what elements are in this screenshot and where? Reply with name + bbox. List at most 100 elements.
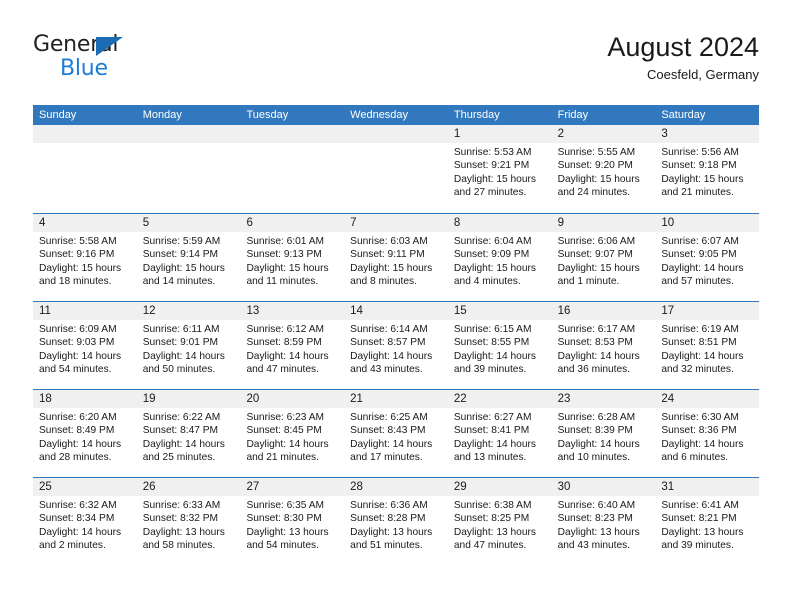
daylight-text: Daylight: 14 hours and 21 minutes. — [246, 438, 329, 464]
sunrise-text: Sunrise: 5:59 AM — [142, 236, 221, 247]
calendar-day-cell[interactable]: 15 Sunrise: 6:15 AM Sunset: 8:55 PM Dayligh… — [447, 302, 552, 389]
weekday-header-friday: Friday — [557, 109, 589, 121]
calendar-day-cell[interactable]: 3 Sunrise: 5:56 AM Sunset: 9:18 PM Daylight… — [655, 125, 760, 213]
day-number — [240, 125, 345, 143]
weekday-header-tuesday: Tuesday — [246, 109, 289, 121]
sunset-text: Sunset: 8:59 PM — [246, 337, 322, 349]
calendar-day-cell[interactable]: 11 Sunrise: 6:09 AM Sunset: 9:03 PM Dayligh… — [33, 302, 137, 389]
sunrise-text: Sunrise: 5:58 AM — [39, 236, 117, 247]
sunrise-text: Sunrise: 5:53 AM — [453, 147, 532, 158]
day-sun-info: Sunrise: 6:32 AM Sunset: 8:34 PM Daylight:… — [33, 496, 137, 553]
day-sun-info: Sunrise: 6:28 AM Sunset: 8:39 PM Daylight:… — [552, 408, 656, 465]
sunset-text: Sunset: 9:21 PM — [453, 160, 530, 172]
day-number: 2 — [551, 125, 656, 143]
day-number: 9 — [551, 214, 656, 232]
calendar-day-cell[interactable]: 25 Sunrise: 6:32 AM Sunset: 8:34 PM Dayligh… — [33, 478, 137, 565]
daylight-text: Daylight: 13 hours and 39 minutes. — [661, 526, 744, 552]
sunset-text: Sunset: 8:51 PM — [661, 337, 737, 349]
daylight-text: Daylight: 14 hours and 36 minutes. — [557, 350, 640, 376]
day-number: 8 — [447, 214, 552, 232]
day-sun-info: Sunrise: 6:20 AM Sunset: 8:49 PM Daylight:… — [33, 408, 137, 465]
calendar-day-cell[interactable]: 8 Sunrise: 6:04 AM Sunset: 9:09 PM Daylight… — [447, 214, 552, 301]
sunrise-text: Sunrise: 6:03 AM — [350, 236, 428, 247]
sunrise-text: Sunrise: 6:41 AM — [661, 500, 739, 511]
calendar-day-cell[interactable]: 26 Sunrise: 6:33 AM Sunset: 8:32 PM Dayligh… — [136, 478, 241, 565]
daylight-text: Daylight: 14 hours and 43 minutes. — [350, 350, 433, 376]
calendar-day-cell[interactable]: 24 Sunrise: 6:30 AM Sunset: 8:36 PM Dayligh… — [655, 390, 760, 477]
calendar-day-cell[interactable]: 17 Sunrise: 6:19 AM Sunset: 8:51 PM Dayligh… — [655, 302, 760, 389]
day-sun-info: Sunrise: 6:33 AM Sunset: 8:32 PM Daylight:… — [137, 496, 241, 553]
generalblue-logo[interactable]: General Blue — [33, 32, 213, 90]
sunset-text: Sunset: 9:03 PM — [39, 337, 115, 349]
calendar-day-cell[interactable]: 22 Sunrise: 6:27 AM Sunset: 8:41 PM Dayligh… — [447, 390, 552, 477]
day-number: 3 — [655, 125, 760, 143]
calendar-day-cell[interactable]: 2 Sunrise: 5:55 AM Sunset: 9:20 PM Daylight… — [551, 125, 656, 213]
sunset-text: Sunset: 9:07 PM — [557, 249, 633, 261]
calendar-day-cell[interactable]: 27 Sunrise: 6:35 AM Sunset: 8:30 PM Dayligh… — [240, 478, 345, 565]
calendar-day-cell[interactable]: 14 Sunrise: 6:14 AM Sunset: 8:57 PM Dayligh… — [344, 302, 448, 389]
calendar-day-cell[interactable]: 13 Sunrise: 6:12 AM Sunset: 8:59 PM Dayligh… — [240, 302, 345, 389]
day-sun-info: Sunrise: 6:06 AM Sunset: 9:07 PM Daylight:… — [552, 232, 656, 289]
day-sun-info: Sunrise: 6:14 AM Sunset: 8:57 PM Daylight:… — [344, 320, 448, 377]
day-number: 11 — [33, 302, 137, 320]
daylight-text: Daylight: 14 hours and 57 minutes. — [661, 262, 744, 288]
calendar-day-cell[interactable]: 19 Sunrise: 6:22 AM Sunset: 8:47 PM Dayligh… — [136, 390, 241, 477]
sunrise-text: Sunrise: 6:23 AM — [246, 412, 325, 423]
sunrise-text: Sunrise: 6:17 AM — [557, 324, 636, 335]
calendar-day-cell[interactable]: 5 Sunrise: 5:59 AM Sunset: 9:14 PM Daylight… — [136, 214, 241, 301]
calendar-day-cell[interactable]: 31 Sunrise: 6:41 AM Sunset: 8:21 PM Dayligh… — [655, 478, 760, 565]
title-block: August 2024 Coesfeld, Germany — [607, 30, 759, 84]
day-sun-info: Sunrise: 6:25 AM Sunset: 8:43 PM Daylight:… — [344, 408, 448, 465]
day-sun-info: Sunrise: 6:03 AM Sunset: 9:11 PM Daylight:… — [344, 232, 448, 289]
sunrise-text: Sunrise: 6:32 AM — [39, 500, 117, 511]
day-sun-info: Sunrise: 6:30 AM Sunset: 8:36 PM Daylight:… — [655, 408, 759, 465]
day-number: 21 — [344, 390, 448, 408]
calendar-day-cell[interactable]: 9 Sunrise: 6:06 AM Sunset: 9:07 PM Daylight… — [551, 214, 656, 301]
calendar-day-cell[interactable]: 6 Sunrise: 6:01 AM Sunset: 9:13 PM Daylight… — [240, 214, 345, 301]
sunset-text: Sunset: 8:28 PM — [350, 513, 426, 525]
sunset-text: Sunset: 8:30 PM — [246, 513, 322, 525]
calendar-day-cell[interactable]: 18 Sunrise: 6:20 AM Sunset: 8:49 PM Dayligh… — [33, 390, 137, 477]
calendar-day-cell[interactable]: 29 Sunrise: 6:38 AM Sunset: 8:25 PM Dayligh… — [447, 478, 552, 565]
weekday-header-thursday: Thursday — [453, 109, 500, 121]
calendar-day-cell[interactable]: 1 Sunrise: 5:53 AM Sunset: 9:21 PM Daylight… — [447, 125, 552, 213]
calendar-day-cell[interactable]: 30 Sunrise: 6:40 AM Sunset: 8:23 PM Dayligh… — [551, 478, 656, 565]
sunrise-text: Sunrise: 6:20 AM — [39, 412, 117, 423]
day-sun-info: Sunrise: 6:09 AM Sunset: 9:03 PM Daylight:… — [33, 320, 137, 377]
sunset-text: Sunset: 8:57 PM — [350, 337, 426, 349]
sunset-text: Sunset: 9:09 PM — [453, 249, 530, 261]
daylight-text: Daylight: 13 hours and 58 minutes. — [142, 526, 225, 552]
calendar-day-cell-empty — [240, 125, 345, 213]
sunset-text: Sunset: 9:05 PM — [661, 249, 737, 261]
calendar-day-cell[interactable]: 4 Sunrise: 5:58 AM Sunset: 9:16 PM Daylight… — [33, 214, 137, 301]
calendar-week-row: 4 Sunrise: 5:58 AM Sunset: 9:16 PM Daylight… — [33, 213, 760, 301]
daylight-text: Daylight: 15 hours and 18 minutes. — [39, 262, 122, 288]
sunrise-text: Sunrise: 5:55 AM — [557, 147, 636, 158]
calendar-day-cell[interactable]: 21 Sunrise: 6:25 AM Sunset: 8:43 PM Dayligh… — [344, 390, 448, 477]
calendar-day-cell[interactable]: 23 Sunrise: 6:28 AM Sunset: 8:39 PM Dayligh… — [551, 390, 656, 477]
calendar-day-cell[interactable]: 28 Sunrise: 6:36 AM Sunset: 8:28 PM Dayligh… — [344, 478, 448, 565]
daylight-text: Daylight: 13 hours and 43 minutes. — [557, 526, 640, 552]
daylight-text: Daylight: 14 hours and 50 minutes. — [142, 350, 225, 376]
day-number: 12 — [136, 302, 241, 320]
sunrise-text: Sunrise: 6:09 AM — [39, 324, 117, 335]
calendar-week-row: 1 Sunrise: 5:53 AM Sunset: 9:21 PM Daylight… — [33, 125, 760, 213]
calendar-day-cell[interactable]: 12 Sunrise: 6:11 AM Sunset: 9:01 PM Dayligh… — [136, 302, 241, 389]
logo-text-blue: Blue — [60, 56, 108, 81]
day-sun-info: Sunrise: 5:56 AM Sunset: 9:18 PM Daylight:… — [655, 143, 759, 200]
calendar-day-cell[interactable]: 10 Sunrise: 6:07 AM Sunset: 9:05 PM Dayligh… — [655, 214, 760, 301]
sunset-text: Sunset: 8:32 PM — [142, 513, 219, 525]
page-title: August 2024 — [607, 32, 759, 62]
sunrise-text: Sunrise: 6:25 AM — [350, 412, 428, 423]
calendar-day-cell[interactable]: 7 Sunrise: 6:03 AM Sunset: 9:11 PM Daylight… — [344, 214, 448, 301]
calendar-day-cell[interactable]: 20 Sunrise: 6:23 AM Sunset: 8:45 PM Dayligh… — [240, 390, 345, 477]
day-number: 10 — [655, 214, 760, 232]
calendar-day-cell[interactable]: 16 Sunrise: 6:17 AM Sunset: 8:53 PM Dayligh… — [551, 302, 656, 389]
day-number: 20 — [240, 390, 345, 408]
sunset-text: Sunset: 8:45 PM — [246, 425, 322, 437]
sunrise-text: Sunrise: 6:01 AM — [246, 236, 325, 247]
daylight-text: Daylight: 14 hours and 32 minutes. — [661, 350, 744, 376]
day-sun-info: Sunrise: 5:55 AM Sunset: 9:20 PM Daylight:… — [552, 143, 656, 200]
day-number: 6 — [240, 214, 345, 232]
weekday-header-row: Sunday Monday Tuesday Wednesday Thursday… — [33, 105, 759, 125]
